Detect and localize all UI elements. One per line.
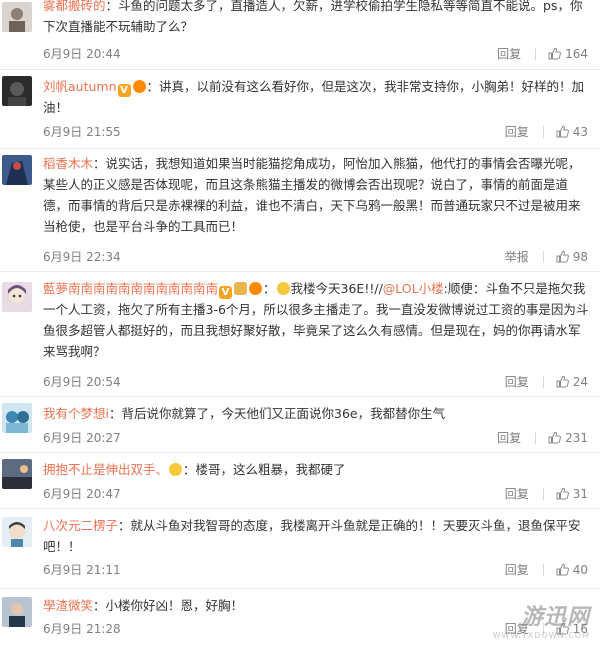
thumbs-up-icon[interactable] — [548, 47, 562, 60]
comment-actions: 回复 164 — [497, 45, 588, 62]
comment-item: 稻香木木：说实话，我想知道如果当时能猫挖角成功，阿怡加入熊猫，他代打的事情会否曝… — [0, 149, 600, 272]
gift-icon — [234, 282, 248, 295]
comment-text: 藍夢南南南南南南南南南南南南 V：我楼今天36E!!//@LOL小楼:顺便：斗鱼不… — [43, 281, 589, 359]
username-link[interactable]: 稻香木木 — [43, 156, 93, 171]
thumbs-up-icon[interactable] — [556, 563, 569, 576]
comment-actions: 回复 40 — [505, 561, 588, 578]
comment-text: 雾都搬砖的：斗鱼的问题太多了，直播造人，欠薪，进学校偷拍学生隐私等等简直不能说。… — [43, 0, 591, 37]
avatar[interactable] — [2, 282, 32, 312]
avatar[interactable] — [2, 459, 32, 489]
comment-text: 拥抱不止是伸出双手、 ：楼哥，这么粗暴，我都硬了 — [43, 459, 591, 480]
username-link[interactable]: 雾都搬砖的 — [43, 0, 106, 13]
divider — [542, 250, 544, 263]
emoji-icon — [169, 463, 183, 476]
timestamp: 6月9日 21:28 — [43, 622, 121, 636]
comment-actions: 回复 31 — [505, 485, 588, 502]
timestamp: 6月9日 20:27 — [43, 431, 121, 445]
reply-button[interactable]: 回复 — [505, 123, 529, 140]
site-watermark: 游迅网 WWW.YXDOWN.COM — [493, 599, 590, 640]
like-count: 40 — [572, 562, 588, 577]
username-link[interactable]: 我有个梦想i — [43, 406, 109, 421]
timestamp: 6月9日 21:11 — [43, 563, 121, 577]
divider — [535, 431, 537, 444]
comment-content: ：小楼你好凶！恩，好胸！ — [93, 598, 244, 613]
comment-content: ：说实话，我想知道如果当时能猫挖角成功，阿怡加入熊猫，他代打的事情会否曝光呢，某… — [43, 156, 581, 234]
vip-icon — [249, 282, 263, 295]
comment-content: 我楼今天36E!!// — [290, 281, 383, 296]
avatar[interactable] — [2, 76, 32, 106]
avatar[interactable] — [2, 597, 32, 627]
divider — [542, 563, 544, 576]
thumbs-up-icon[interactable] — [556, 375, 569, 388]
comment-content: ：楼哥，这么粗暴，我都硬了 — [183, 462, 346, 477]
divider — [535, 47, 537, 60]
comment-actions: 回复 231 — [497, 429, 588, 446]
watermark-logo: 游迅网 — [520, 605, 590, 630]
comment-item: 刘帆autumn V ：讲真，以前没有这么看好你，但是这次，我非常支持你，小胸弟！好… — [0, 70, 600, 149]
comment-item: 拥抱不止是伸出双手、 ：楼哥，这么粗暴，我都硬了 6月9日 20:47 回复 31 — [0, 453, 600, 509]
like-count: 31 — [572, 486, 588, 501]
divider — [542, 375, 544, 388]
emoji-icon — [276, 282, 290, 295]
avatar[interactable] — [2, 155, 32, 185]
avatar[interactable] — [2, 2, 32, 32]
comment-text: 刘帆autumn V ：讲真，以前没有这么看好你，但是这次，我非常支持你，小胸弟！好… — [43, 76, 591, 118]
like-count: 24 — [572, 374, 588, 389]
comment-item: 雾都搬砖的：斗鱼的问题太多了，直播造人，欠薪，进学校偷拍学生隐私等等简直不能说。… — [0, 0, 600, 70]
comment-actions: 回复 43 — [505, 123, 588, 140]
like-count: 164 — [565, 46, 588, 61]
reply-button[interactable]: 回复 — [505, 373, 529, 390]
reply-button[interactable]: 回复 — [505, 485, 529, 502]
comment-text: 我有个梦想i：背后说你就算了，今天他们又正面说你36e，我都替你生气 — [43, 403, 591, 424]
username-link[interactable]: 藍夢南南南南南南南南南南南南 — [43, 281, 218, 296]
comment-item: 我有个梦想i：背后说你就算了，今天他们又正面说你36e，我都替你生气 6月9日 … — [0, 397, 600, 453]
username-link[interactable]: 拥抱不止是伸出双手、 — [43, 462, 168, 477]
thumbs-up-icon[interactable] — [556, 125, 569, 138]
like-count: 231 — [565, 430, 588, 445]
timestamp: 6月9日 22:34 — [43, 250, 121, 264]
comment-content: ：斗鱼的问题太多了，直播造人，欠薪，进学校偷拍学生隐私等等简直不能说。ps，你下… — [43, 0, 583, 34]
reply-button[interactable]: 回复 — [497, 429, 521, 446]
watermark-url: WWW.YXDOWN.COM — [492, 631, 590, 640]
verified-icon: V — [117, 84, 131, 97]
timestamp: 6月9日 20:47 — [43, 487, 121, 501]
thumbs-up-icon[interactable] — [556, 250, 569, 263]
comment-content: ：就从斗鱼对我智哥的态度，我楼离开斗鱼就是正确的！！天要灭斗鱼，退鱼保平安吧！！ — [43, 518, 581, 554]
mention-link[interactable]: @LOL小楼 — [383, 281, 444, 296]
username-link[interactable]: 刘帆autumn — [43, 79, 117, 94]
comment-actions: 举报 98 — [505, 248, 588, 265]
comment-actions: 回复 24 — [505, 373, 588, 390]
comment-item: 八次元二楞子：就从斗鱼对我智哥的态度，我楼离开斗鱼就是正确的！！天要灭斗鱼，退鱼… — [0, 509, 600, 589]
avatar[interactable] — [2, 403, 32, 433]
comment-content: ：背后说你就算了，今天他们又正面说你36e，我都替你生气 — [108, 406, 446, 421]
thumbs-up-icon[interactable] — [556, 487, 569, 500]
like-count: 43 — [572, 124, 588, 139]
comment-text: 稻香木木：说实话，我想知道如果当时能猫挖角成功，阿怡加入熊猫，他代打的事情会否曝… — [43, 153, 591, 237]
divider — [542, 125, 544, 138]
username-link[interactable]: 八次元二楞子 — [43, 518, 118, 533]
timestamp: 6月9日 21:55 — [43, 125, 121, 139]
comment-item: 藍夢南南南南南南南南南南南南 V：我楼今天36E!!//@LOL小楼:顺便：斗鱼不… — [0, 272, 600, 397]
comment-text: 八次元二楞子：就从斗鱼对我智哥的态度，我楼离开斗鱼就是正确的！！天要灭斗鱼，退鱼… — [43, 515, 591, 557]
report-button[interactable]: 举报 — [505, 248, 529, 265]
vip-icon — [132, 80, 146, 93]
timestamp: 6月9日 20:54 — [43, 375, 121, 389]
reply-button[interactable]: 回复 — [505, 561, 529, 578]
timestamp: 6月9日 20:44 — [43, 47, 121, 61]
reply-button[interactable]: 回复 — [497, 45, 521, 62]
comment-feed: 雾都搬砖的：斗鱼的问题太多了，直播造人，欠薪，进学校偷拍学生隐私等等简直不能说。… — [0, 0, 600, 648]
thumbs-up-icon[interactable] — [548, 431, 562, 444]
divider — [542, 487, 544, 500]
username-link[interactable]: 學渣微笑 — [43, 598, 93, 613]
like-count: 98 — [572, 249, 588, 264]
avatar[interactable] — [2, 517, 32, 547]
verified-icon: V — [219, 286, 233, 299]
